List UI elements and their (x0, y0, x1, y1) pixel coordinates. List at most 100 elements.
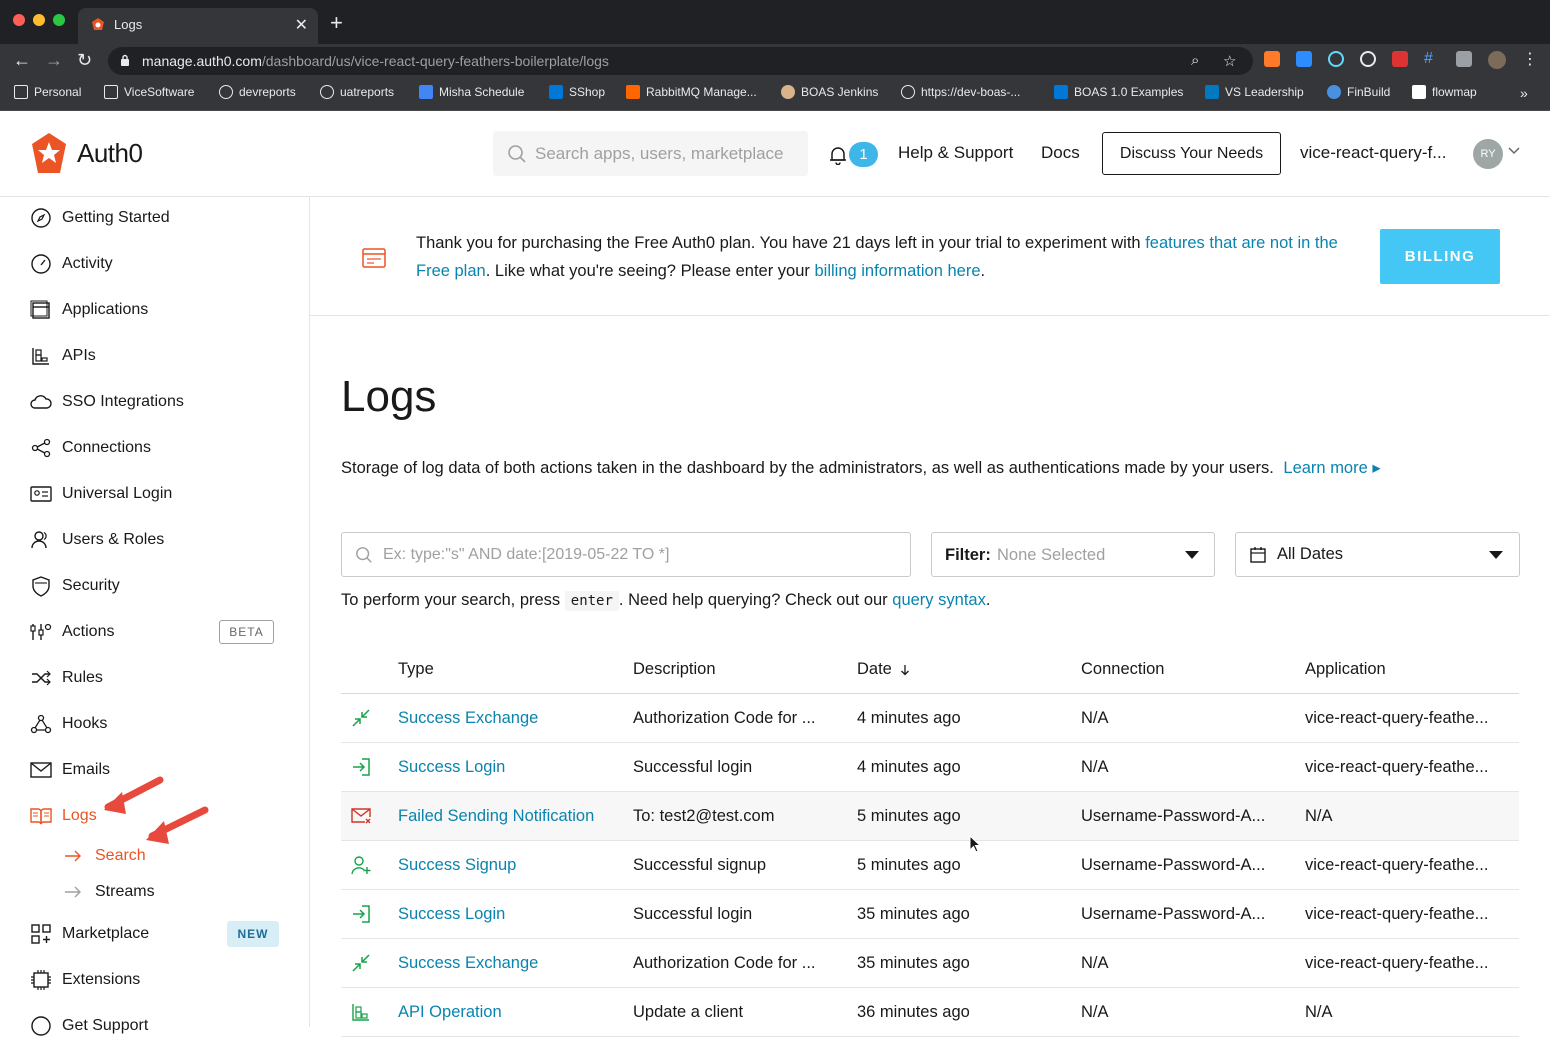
sidebar-item-users-roles[interactable]: Users & Roles (30, 528, 164, 552)
log-type-link[interactable]: Success Exchange (398, 709, 538, 728)
global-search-input[interactable]: Search apps, users, marketplace (493, 131, 808, 176)
sidebar-item-actions[interactable]: Actions (30, 620, 114, 644)
hubspot-extension-icon[interactable] (1264, 51, 1280, 67)
bookmark[interactable]: BOAS 1.0 Examples (1054, 85, 1183, 99)
notification-badge[interactable]: 1 (849, 142, 878, 167)
bookmark[interactable]: BOAS Jenkins (781, 85, 878, 99)
log-type-link[interactable]: Success Exchange (398, 954, 538, 973)
bookmark[interactable]: VS Leadership (1205, 85, 1304, 99)
bookmark[interactable]: flowmap (1412, 85, 1477, 99)
bookmark[interactable]: FinBuild (1327, 85, 1390, 99)
query-syntax-link[interactable]: query syntax (892, 591, 986, 609)
docs-link[interactable]: Docs (1041, 143, 1080, 163)
billing-button[interactable]: BILLING (1380, 229, 1500, 284)
maximize-window-button[interactable] (53, 14, 65, 26)
bookmark[interactable]: SShop (549, 85, 605, 99)
sidebar-item-extensions[interactable]: Extensions (30, 968, 140, 992)
learn-more-link[interactable]: Learn more ▸ (1283, 459, 1380, 477)
zoom-icon[interactable]: ⌕ (1191, 52, 1199, 69)
log-type-link[interactable]: Failed Sending Notification (398, 807, 594, 826)
avatar[interactable]: RY (1473, 139, 1503, 169)
column-header-date[interactable]: Date (857, 660, 910, 679)
sidebar-item-apis[interactable]: APIs (30, 344, 96, 368)
table-row[interactable]: Success Signup Successful signup 5 minut… (341, 841, 1519, 890)
reload-icon[interactable]: ↻ (77, 49, 92, 71)
log-type-link[interactable]: Success Signup (398, 856, 516, 875)
sidebar-item-sso-integrations[interactable]: SSO Integrations (30, 390, 184, 414)
table-row[interactable]: API Operation Update a client 36 minutes… (341, 988, 1519, 1037)
back-icon[interactable]: ← (13, 49, 31, 71)
table-row[interactable]: Success Login Successful login 35 minute… (341, 890, 1519, 939)
minimize-window-button[interactable] (33, 14, 45, 26)
table-row[interactable]: Success Login Successful login 4 minutes… (341, 743, 1519, 792)
bookmark[interactable]: https://dev-boas-... (901, 85, 1020, 99)
sidebar-item-applications[interactable]: Applications (30, 298, 148, 322)
browser-tab[interactable]: Logs ✕ (78, 8, 318, 44)
new-tab-icon[interactable]: + (330, 12, 343, 34)
sidebar-item-label: Security (62, 577, 120, 594)
react-extension-icon[interactable] (1328, 51, 1344, 67)
address-bar[interactable]: manage.auth0.com/dashboard/us/vice-react… (108, 47, 1253, 75)
bookmark[interactable]: uatreports (320, 85, 394, 99)
sidebar-item-security[interactable]: Security (30, 574, 120, 598)
bookmark[interactable]: devreports (219, 85, 296, 99)
chevron-down-icon[interactable] (1508, 147, 1520, 155)
log-query-input[interactable]: Ex: type:"s" AND date:[2019-05-22 TO *] (341, 532, 911, 577)
globe-icon (901, 85, 915, 99)
logo-text[interactable]: Auth0 (77, 138, 143, 169)
date-range-select[interactable]: All Dates (1235, 532, 1520, 577)
bookmark[interactable]: RabbitMQ Manage... (626, 85, 757, 99)
bookmark-folder[interactable]: Personal (14, 85, 81, 99)
close-tab-icon[interactable]: ✕ (295, 15, 308, 35)
log-type-link[interactable]: API Operation (398, 1003, 502, 1022)
profile-avatar-icon[interactable] (1488, 51, 1506, 69)
close-window-button[interactable] (13, 14, 25, 26)
column-header-connection[interactable]: Connection (1081, 660, 1164, 679)
discuss-needs-button[interactable]: Discuss Your Needs (1102, 132, 1281, 175)
sidebar-subitem-streams[interactable]: Streams (64, 883, 155, 901)
filter-select[interactable]: Filter: None Selected (931, 532, 1215, 577)
auth0-logo-icon[interactable] (30, 132, 68, 174)
log-type-link[interactable]: Success Login (398, 758, 505, 777)
caret-down-icon (1185, 551, 1199, 559)
help-support-link[interactable]: Help & Support (898, 143, 1013, 163)
sidebar-item-getting-started[interactable]: Getting Started (30, 206, 170, 230)
tenant-selector[interactable]: vice-react-query-f... (1300, 143, 1446, 163)
log-application: vice-react-query-feathe... (1305, 758, 1489, 776)
zoom-extension-icon[interactable] (1296, 51, 1312, 67)
sidebar-item-logs[interactable]: Logs (30, 804, 97, 828)
more-bookmarks-icon[interactable]: » (1520, 85, 1528, 101)
sidebar-item-universal-login[interactable]: Universal Login (30, 482, 172, 506)
exchange-icon (352, 954, 370, 972)
bell-icon[interactable] (829, 145, 847, 165)
column-header-description[interactable]: Description (633, 660, 716, 679)
flowmap-icon (1412, 85, 1426, 99)
column-header-application[interactable]: Application (1305, 660, 1386, 679)
browser-chrome: Logs ✕ + ← → ↻ manage.auth0.com/dashboar… (0, 0, 1550, 111)
forward-icon[interactable]: → (45, 49, 63, 71)
shield-icon (32, 576, 50, 597)
sidebar-item-emails[interactable]: Emails (30, 758, 110, 782)
chrome-menu-icon[interactable]: ⋮ (1522, 49, 1538, 71)
bookmark-star-icon[interactable]: ☆ (1223, 52, 1236, 70)
puzzle-extensions-icon[interactable] (1456, 51, 1472, 67)
red-extension-icon[interactable] (1392, 51, 1408, 67)
rabbitmq-icon (626, 85, 640, 99)
sidebar-item-get-support[interactable]: Get Support (30, 1014, 148, 1038)
column-header-type[interactable]: Type (398, 660, 434, 679)
log-date: 35 minutes ago (857, 954, 970, 972)
table-row[interactable]: Success Exchange Authorization Code for … (341, 939, 1519, 988)
table-row[interactable]: Failed Sending Notification To: test2@te… (341, 792, 1519, 853)
billing-info-link[interactable]: billing information here (814, 262, 980, 280)
sidebar-item-rules[interactable]: Rules (30, 666, 103, 690)
sidebar-item-connections[interactable]: Connections (30, 436, 151, 460)
target-extension-icon[interactable] (1360, 51, 1376, 67)
sidebar-item-marketplace[interactable]: Marketplace (30, 922, 149, 946)
bookmark[interactable]: Misha Schedule (419, 85, 524, 99)
log-type-link[interactable]: Success Login (398, 905, 505, 924)
bookmark-folder[interactable]: ViceSoftware (104, 85, 194, 99)
table-row[interactable]: Success Exchange Authorization Code for … (341, 694, 1519, 743)
sidebar-item-activity[interactable]: Activity (30, 252, 113, 276)
sidebar-item-hooks[interactable]: Hooks (30, 712, 107, 736)
hash-extension-icon[interactable]: # (1424, 51, 1440, 67)
